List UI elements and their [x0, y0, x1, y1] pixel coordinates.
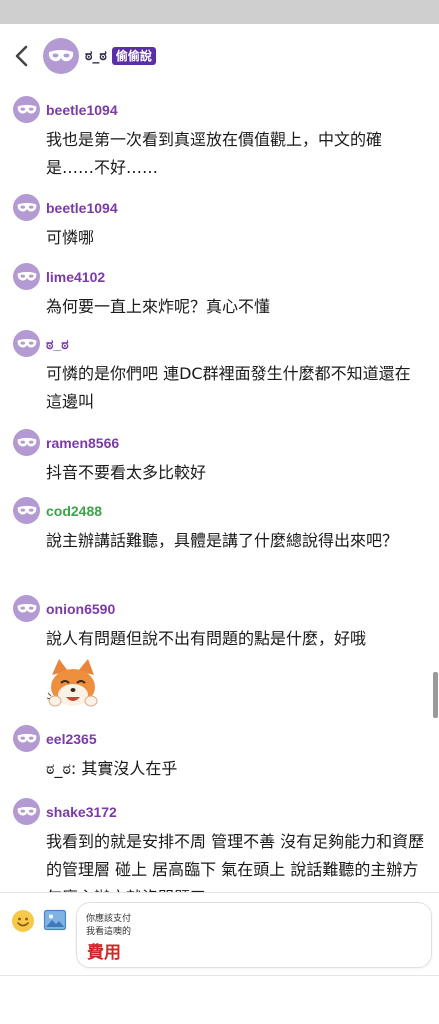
header-title: ಠ_ಠ	[85, 48, 107, 64]
chat-header: ಠ_ಠ 偷偷說	[0, 24, 439, 88]
message-feed[interactable]: beetle1094 我也是第一次看到真逕放在價值觀上，中文的確是……不好…… …	[0, 88, 439, 892]
user-avatar[interactable]	[13, 595, 40, 622]
composer-bar: 你應該支付 我看這噢的 費用	[0, 892, 439, 1024]
user-avatar[interactable]	[13, 497, 40, 524]
message-text: 可憐哪	[46, 228, 95, 247]
mask-icon	[17, 505, 36, 515]
mask-icon	[17, 338, 36, 348]
image-icon	[43, 909, 67, 931]
chevron-left-icon	[15, 45, 28, 67]
message-text: 抖音不要看太多比較好	[46, 463, 207, 482]
mask-icon	[17, 104, 36, 114]
smiley-icon	[12, 910, 34, 932]
user-avatar[interactable]	[13, 330, 40, 357]
user-avatar[interactable]	[13, 725, 40, 752]
message-text: 說主辦講話難聽，具體是講了什麼總說得出來吧？	[46, 531, 399, 550]
anonymous-badge: 偷偷說	[111, 47, 156, 65]
fox-sticker[interactable]	[46, 657, 100, 711]
mask-icon	[17, 806, 36, 816]
mask-icon	[17, 271, 36, 281]
username[interactable]: beetle1094	[46, 200, 118, 216]
message-text: 可憐的是你們吧 連DC群裡面發生什麼都不知道還在這邊叫	[46, 364, 411, 411]
ad-line-1: 你應該支付	[86, 914, 132, 924]
scrollbar[interactable]	[433, 672, 438, 718]
user-avatar[interactable]	[13, 798, 40, 825]
mask-icon	[17, 603, 36, 613]
status-bar	[0, 0, 439, 24]
username[interactable]: eel2365	[46, 731, 97, 747]
ad-line-2: 我看這噢的	[86, 927, 132, 937]
fox-sticker-icon	[46, 659, 98, 707]
message-text: 說人有問題但說不出有問題的點是什麼，好哦	[46, 629, 367, 648]
mask-icon	[17, 202, 36, 212]
user-avatar[interactable]	[13, 96, 40, 123]
back-button[interactable]	[2, 24, 42, 88]
divider	[0, 975, 439, 976]
mask-icon	[48, 50, 74, 62]
user-avatar[interactable]	[13, 263, 40, 290]
header-avatar[interactable]	[43, 38, 79, 74]
message-text: 我也是第一次看到真逕放在價值觀上，中文的確是……不好……	[46, 130, 383, 177]
username[interactable]: lime4102	[46, 269, 105, 285]
message-text: ಠ_ಠ: 其實沒人在乎	[46, 759, 178, 778]
ad-banner[interactable]: 你應該支付 我看這噢的 費用	[76, 902, 432, 968]
username[interactable]: onion6590	[46, 601, 115, 617]
ad-headline: 費用	[87, 943, 121, 963]
emoji-button[interactable]	[11, 909, 35, 933]
user-avatar[interactable]	[13, 429, 40, 456]
username[interactable]: shake3172	[46, 804, 117, 820]
username[interactable]: ಠ_ಠ	[46, 336, 69, 352]
user-avatar[interactable]	[13, 194, 40, 221]
image-button[interactable]	[43, 908, 67, 932]
message-text: 為何要一直上來炸呢？真心不懂	[46, 297, 271, 316]
username[interactable]: ramen8566	[46, 435, 119, 451]
mask-icon	[17, 733, 36, 743]
username[interactable]: beetle1094	[46, 102, 118, 118]
mask-icon	[17, 437, 36, 447]
username[interactable]: cod2488	[46, 503, 102, 519]
message-text: 我看到的就是安排不周 管理不善 沒有足夠能力和資歷的管理層 碰上 居高臨下 氣在…	[46, 832, 425, 892]
